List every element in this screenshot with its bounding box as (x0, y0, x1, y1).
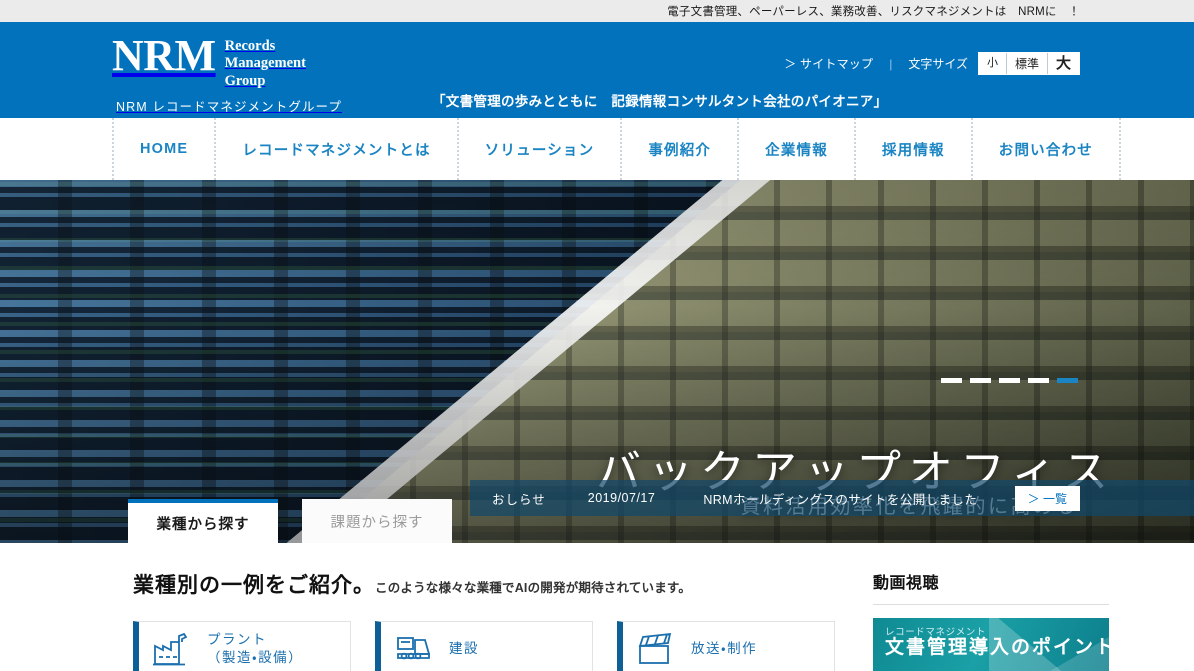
factory-icon (153, 632, 193, 666)
hero-carousel: バックアップオフィス 資料活用効率化を飛躍的に高める 業種から探す 課題から探す… (0, 180, 1194, 543)
sitemap-link[interactable]: ＞ サイトマップ (784, 55, 873, 72)
industry-card-broadcast[interactable]: 放送・制作 (617, 621, 835, 671)
fontsize-button-group: 小 標準 大 (977, 52, 1080, 75)
fontsize-small-button[interactable]: 小 (978, 53, 1007, 74)
industry-card-broadcast-label: 放送・制作 (691, 640, 758, 656)
carousel-indicator-4[interactable] (1028, 378, 1049, 383)
fontsize-large-button[interactable]: 大 (1047, 53, 1079, 74)
fontsize-label: 文字サイズ (908, 57, 968, 71)
news-ticker: おしらせ 2019/07/17 NRMホールディングスのサイトを公開しました ＞… (470, 480, 1194, 516)
nav-item-recruit[interactable]: 採用情報 (853, 118, 971, 180)
clapperboard-icon (637, 632, 677, 666)
carousel-indicator-5[interactable] (1057, 378, 1078, 383)
sidebar: 動画視聴 レコードマネジメント 文書管理導入のポイント (873, 569, 1109, 671)
nav-item-case-studies[interactable]: 事例紹介 (620, 118, 737, 180)
nav-item-company[interactable]: 企業情報 (737, 118, 854, 180)
carousel-indicators (941, 378, 1078, 383)
search-tabs: 業種から探す 課題から探す (128, 499, 452, 543)
tools-divider: | (889, 56, 893, 71)
nav-item-home[interactable]: HOME (112, 118, 214, 180)
nav-item-contact[interactable]: お問い合わせ (970, 118, 1121, 180)
industry-card-grid: プラント （製造・設備） 建設 放送・制作 (133, 621, 835, 671)
carousel-indicator-2[interactable] (970, 378, 991, 383)
section-heading-sub: このような様々な業種でAIの開発が期待されています。 (375, 581, 692, 595)
industry-card-plant[interactable]: プラント （製造・設備） (133, 621, 351, 671)
carousel-indicator-3[interactable] (999, 378, 1020, 383)
section-heading-main: 業種別の一例をご紹介。 (133, 574, 375, 597)
utility-bar: 電子文書管理、ペーパーレス、業務改善、リスクマネジメントは NRMに ！ (0, 0, 1194, 22)
nav-item-solution[interactable]: ソリューション (456, 118, 621, 180)
logo-subtitle: NRM レコードマネジメントグループ (116, 99, 342, 114)
industry-card-construction[interactable]: 建設 (375, 621, 593, 671)
main-column: 業種別の一例をご紹介。 このような様々な業種でAIの開発が期待されています。 プ… (133, 569, 835, 671)
logo-mark-text: NRM (112, 31, 216, 80)
header-tools: ＞ サイトマップ | 文字サイズ 小 標準 大 (784, 52, 1080, 75)
tab-search-by-industry[interactable]: 業種から探す (128, 499, 278, 543)
utility-tagline: 電子文書管理、ペーパーレス、業務改善、リスクマネジメントは NRMに ！ (667, 6, 1080, 18)
news-date: 2019/07/17 (587, 491, 656, 505)
carousel-indicator-1[interactable] (941, 378, 962, 383)
news-headline-link[interactable]: NRMホールディングスのサイトを公開しました (703, 489, 977, 508)
video-banner[interactable]: レコードマネジメント 文書管理導入のポイント (873, 618, 1109, 671)
fontsize-normal-button[interactable]: 標準 (1006, 53, 1048, 74)
video-banner-title: 文書管理導入のポイント (885, 637, 1109, 658)
tab-search-by-issue[interactable]: 課題から探す (302, 499, 452, 543)
header-tagline: 「文書管理の歩みとともに 記録情報コンサルタント会社のパイオニア」 (432, 94, 888, 109)
site-logo[interactable]: NRM Records Management Group NRM レコードマネジ… (112, 31, 342, 115)
logo-word-management: Management (224, 55, 306, 72)
industry-card-plant-label: プラント （製造・設備） (207, 631, 304, 665)
video-banner-subtitle: レコードマネジメント (885, 627, 987, 638)
industry-card-construction-label: 建設 (449, 640, 479, 656)
main-navigation: HOME レコードマネジメントとは ソリューション 事例紹介 企業情報 採用情報… (0, 118, 1194, 180)
sidebar-heading-video: 動画視聴 (873, 569, 1109, 605)
bulldozer-icon (395, 632, 435, 666)
news-list-button[interactable]: ＞ 一覧 (1014, 485, 1080, 511)
logo-word-records: Records (224, 38, 276, 54)
logo-word-group: Group (224, 72, 266, 89)
nav-item-record-management[interactable]: レコードマネジメントとは (214, 118, 456, 180)
section-heading: 業種別の一例をご紹介。 このような様々な業種でAIの開発が期待されています。 (133, 569, 835, 599)
content-area: 業種別の一例をご紹介。 このような様々な業種でAIの開発が期待されています。 プ… (0, 543, 1194, 671)
news-label: おしらせ (492, 492, 546, 507)
site-header: NRM Records Management Group NRM レコードマネジ… (0, 22, 1194, 118)
